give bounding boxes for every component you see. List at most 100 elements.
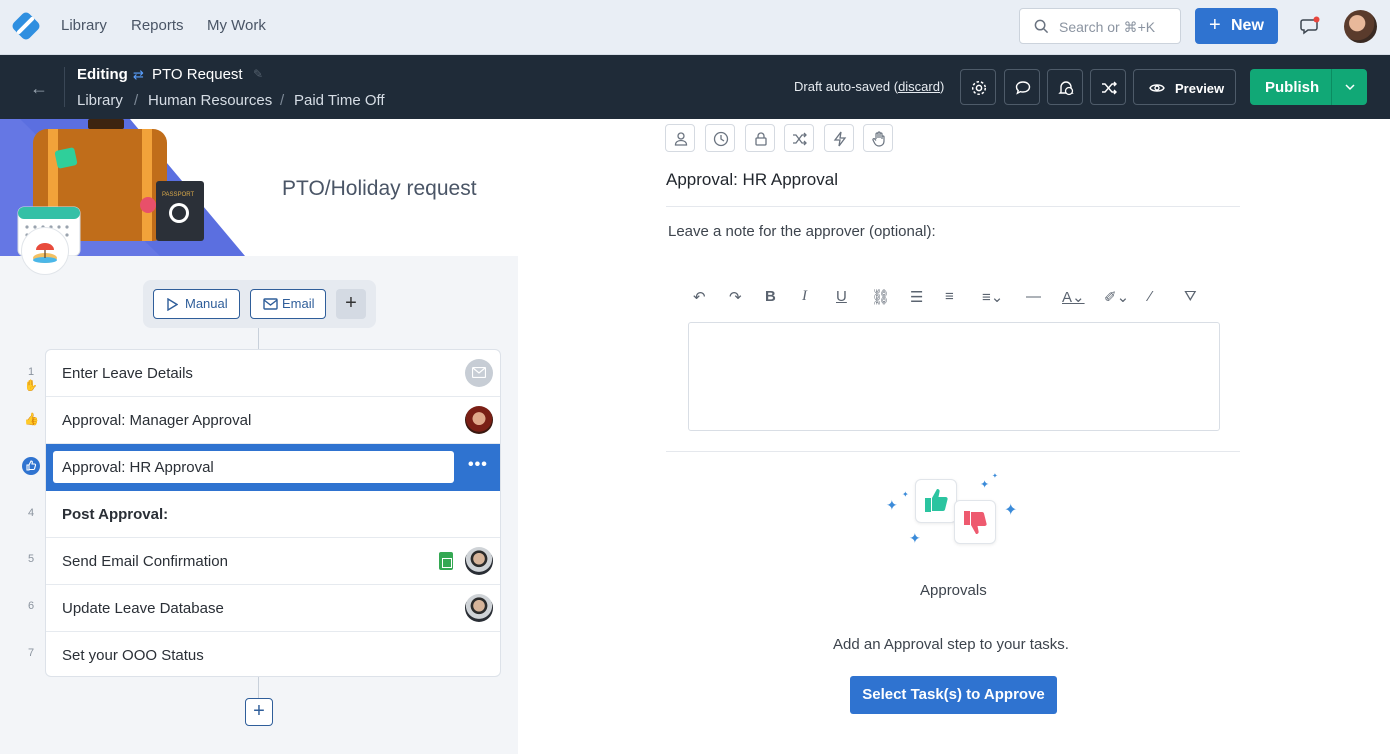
task-item[interactable]: Update Leave Database	[46, 585, 500, 632]
connector-line	[258, 328, 259, 349]
top-navigation: Library Reports My Work Search or ⌘+K + …	[0, 0, 1390, 55]
sparkle-icon: ✦	[909, 530, 921, 546]
add-trigger-button[interactable]: +	[336, 289, 366, 319]
thumbs-down-icon	[964, 511, 987, 534]
breadcrumb-paid-time-off[interactable]: Paid Time Off	[294, 92, 385, 109]
divider	[666, 451, 1240, 452]
task-item-selected[interactable]: Approval: HR Approval •••	[46, 444, 500, 491]
breadcrumb-library[interactable]: Library	[77, 92, 123, 109]
italic-icon[interactable]: I	[802, 288, 807, 305]
assignee-avatar	[465, 406, 493, 434]
new-button-label: New	[1231, 17, 1264, 34]
assignee-avatar	[465, 594, 493, 622]
task-label: Update Leave Database	[62, 600, 224, 617]
thumbs-up-icon: 👍	[24, 412, 39, 426]
more-options-icon[interactable]: •••	[468, 456, 488, 474]
highlight-dropdown-icon[interactable]: ✐⌄	[1104, 288, 1129, 306]
sparkle-icon: ✦	[992, 473, 998, 480]
bullet-list-icon[interactable]: ☰	[910, 288, 923, 306]
align-dropdown-icon[interactable]: ≡⌄	[982, 288, 1003, 306]
publish-button[interactable]: Publish	[1250, 69, 1367, 105]
settings-button[interactable]	[960, 69, 996, 105]
task-item[interactable]: Enter Leave Details	[46, 350, 500, 397]
approver-note-editor[interactable]	[688, 322, 1220, 431]
discard-link[interactable]: discard	[898, 79, 940, 94]
underline-icon[interactable]: U	[836, 288, 847, 305]
clear-format-icon[interactable]: ⁄	[1149, 288, 1152, 305]
task-label: Set your OOO Status	[62, 647, 204, 664]
shuffle-icon	[793, 132, 807, 146]
assignee-avatar	[465, 547, 493, 575]
workflow-outline-panel: PASSPORT PTO/Holiday request Manual Emai…	[0, 119, 518, 754]
permissions-tab[interactable]	[745, 124, 775, 152]
manual-trigger-button[interactable]: Manual	[153, 289, 240, 319]
conditional-logic-tab[interactable]	[784, 124, 814, 152]
divider	[666, 206, 1240, 207]
task-item[interactable]: Approval: Manager Approval	[46, 397, 500, 444]
task-number: 4	[27, 507, 35, 519]
google-sheets-icon	[439, 552, 453, 570]
horizontal-rule-icon[interactable]: —	[1026, 288, 1041, 305]
redo-icon[interactable]: ↷	[729, 288, 742, 306]
task-number: 6	[27, 600, 35, 612]
user-icon	[674, 132, 688, 146]
preview-label: Preview	[1175, 81, 1225, 96]
app-logo-icon[interactable]	[10, 10, 42, 42]
draft-status: Draft auto-saved (discard)	[794, 79, 945, 94]
task-item[interactable]: Post Approval:	[46, 491, 500, 538]
select-tasks-to-approve-button[interactable]: Select Task(s) to Approve	[850, 676, 1057, 714]
task-label: Post Approval:	[62, 506, 169, 523]
shuffle-icon	[1102, 81, 1117, 95]
text-color-dropdown-icon[interactable]: A⌄	[1062, 288, 1085, 306]
divider	[1331, 69, 1332, 105]
conditional-logic-button[interactable]	[1090, 69, 1126, 105]
add-task-button[interactable]: +	[245, 698, 273, 726]
nav-my-work-link[interactable]: My Work	[207, 17, 266, 34]
nav-reports-link[interactable]: Reports	[131, 17, 184, 34]
task-name-input[interactable]: Approval: HR Approval	[53, 451, 454, 483]
task-title[interactable]: Approval: HR Approval	[666, 170, 838, 190]
due-date-tab[interactable]	[705, 124, 735, 152]
breadcrumb-human-resources[interactable]: Human Resources	[148, 92, 272, 109]
search-placeholder: Search or ⌘+K	[1059, 19, 1156, 35]
trigger-bar: Manual Email +	[143, 280, 376, 328]
preview-button[interactable]: Preview	[1133, 69, 1236, 105]
link-icon[interactable]: ⛓	[871, 288, 890, 306]
comments-button[interactable]	[1004, 69, 1040, 105]
mail-icon	[263, 298, 278, 310]
paint-bucket-icon[interactable]: ⛛	[1184, 288, 1197, 305]
task-number: 1	[27, 366, 35, 378]
play-icon	[167, 298, 178, 311]
history-button[interactable]	[1047, 69, 1083, 105]
task-label: Approval: HR Approval	[62, 459, 214, 476]
stop-task-tab[interactable]	[863, 124, 893, 152]
manual-trigger-label: Manual	[185, 296, 228, 311]
assign-tab[interactable]	[665, 124, 695, 152]
email-assignee-icon	[465, 359, 493, 387]
workflow-title-heading[interactable]: PTO/Holiday request	[282, 177, 477, 201]
undo-icon[interactable]: ↶	[693, 288, 706, 306]
search-input[interactable]: Search or ⌘+K	[1019, 8, 1181, 44]
task-item[interactable]: Send Email Confirmation	[46, 538, 500, 585]
reject-card	[954, 500, 996, 544]
user-avatar[interactable]	[1344, 10, 1377, 43]
new-button[interactable]: + New	[1195, 8, 1278, 44]
editor-toolbar: ← Editing ⇄ PTO Request ✎ Library / Huma…	[0, 55, 1390, 119]
task-item[interactable]: Set your OOO Status	[46, 632, 500, 676]
bold-icon[interactable]: B	[765, 288, 776, 305]
nav-library-link[interactable]: Library	[61, 17, 107, 34]
edit-title-icon[interactable]: ✎	[253, 67, 263, 81]
notifications-chat-icon[interactable]	[1300, 16, 1320, 41]
gear-icon	[971, 80, 987, 96]
chevron-down-icon[interactable]	[1343, 78, 1357, 96]
email-trigger-button[interactable]: Email	[250, 289, 326, 319]
numbered-list-icon[interactable]: ≡	[945, 288, 954, 305]
comment-icon	[1015, 81, 1031, 95]
workflow-emoji-icon[interactable]	[21, 227, 69, 275]
automation-tab[interactable]	[824, 124, 854, 152]
approvals-illustration: ✦ ✦ ✦ ✦ ✦ ✦	[880, 470, 1030, 560]
search-icon	[1034, 19, 1049, 34]
back-arrow-icon[interactable]: ←	[30, 78, 48, 99]
hand-icon	[872, 131, 885, 147]
thumbs-up-icon	[925, 489, 948, 512]
